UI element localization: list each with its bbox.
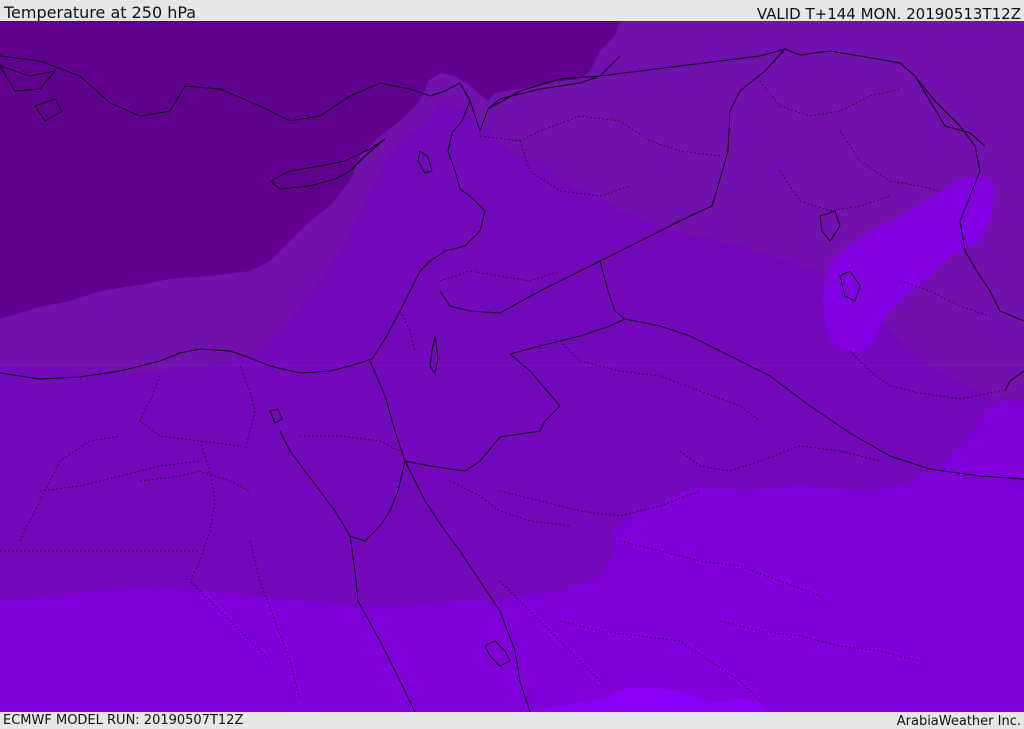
valid-time: VALID T+144 MON. 20190513T12Z [756, 5, 1021, 23]
credit-label: ArabiaWeather Inc. [896, 714, 1021, 729]
map-header: Temperature at 250 hPa VALID T+144 MON. … [0, 0, 1024, 23]
model-run-label: ECMWF MODEL RUN: 20190507T12Z [3, 713, 244, 728]
map-footer: ECMWF MODEL RUN: 20190507T12Z ArabiaWeat… [0, 712, 1024, 729]
map-title: Temperature at 250 hPa [4, 3, 197, 22]
temperature-map [0, 21, 1024, 712]
